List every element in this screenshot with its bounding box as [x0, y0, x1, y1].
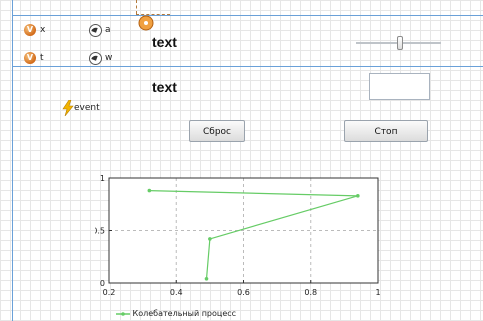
y-tick-label: 0: [100, 279, 105, 288]
y-tick-label: 1: [100, 174, 105, 183]
variable-icon[interactable]: V: [24, 52, 36, 64]
lightning-icon[interactable]: [62, 100, 74, 116]
x-tick-label: 1: [375, 288, 380, 297]
reset-button[interactable]: Сброс: [189, 120, 245, 142]
x-tick-label: 0.8: [304, 288, 317, 297]
legend-line-icon: [116, 311, 130, 316]
event-label[interactable]: event: [74, 103, 100, 113]
frame-line-mid: [12, 66, 483, 67]
edit-box[interactable]: [369, 73, 430, 100]
series-point: [147, 188, 152, 193]
x-tick-label: 0.2: [103, 288, 116, 297]
x-tick-label: 0.4: [170, 288, 183, 297]
variable-icon[interactable]: V: [24, 24, 36, 36]
slider-thumb[interactable]: [397, 36, 403, 50]
variable-label-t[interactable]: t: [40, 53, 44, 63]
legend-label: Колебательный процесс: [132, 309, 237, 318]
parameter-icon[interactable]: [89, 52, 102, 65]
x-tick-label: 0.6: [237, 288, 250, 297]
stop-button[interactable]: Стоп: [344, 120, 428, 142]
parameter-label-a[interactable]: a: [105, 25, 111, 35]
text-label-1: text: [152, 34, 177, 50]
variable-label-x[interactable]: x: [40, 25, 45, 35]
frame-line-top: [12, 15, 483, 16]
parameter-label-w[interactable]: w: [105, 53, 112, 63]
text-label-2: text: [152, 79, 177, 95]
y-tick-label: 0.5: [95, 227, 105, 236]
series-point: [356, 194, 360, 198]
parameter-icon[interactable]: [89, 24, 102, 37]
chart: 0.2 0.4 0.6 0.8 1 0 0.5 1: [95, 174, 381, 297]
series-point: [204, 277, 209, 281]
pin-icon[interactable]: [136, 12, 156, 32]
chart-legend: Колебательный процесс: [116, 309, 236, 318]
series-point: [208, 237, 212, 241]
